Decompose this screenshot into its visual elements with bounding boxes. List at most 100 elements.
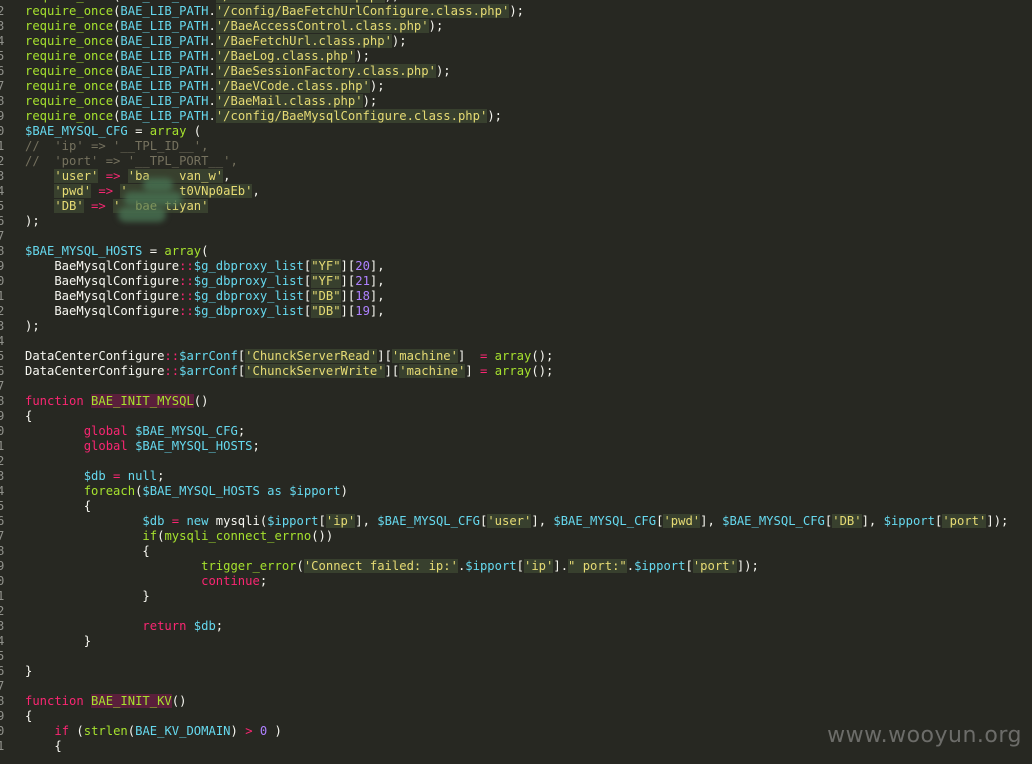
code-line[interactable]: 5 DataCenterConfigure::$arrConf['ChunckSe…: [0, 349, 1032, 364]
code-token: new: [186, 514, 209, 528]
code-line[interactable]: 0 BaeMysqlConfigure::$g_dbproxy_list["YF…: [0, 274, 1032, 289]
line-text: {: [25, 739, 61, 754]
code-line[interactable]: 9{: [0, 709, 1032, 724]
line-number: 9: [0, 709, 5, 723]
code-line[interactable]: 9 require_once(BAE_LIB_PATH.'/config/BaeM…: [0, 109, 1032, 124]
code-token: ();: [531, 364, 554, 378]
code-token: $BAE_MYSQL_HOSTS: [135, 439, 253, 453]
code-line[interactable]: 4 foreach($BAE_MYSQL_HOSTS as $ipport): [0, 484, 1032, 499]
code-token: ][: [340, 289, 356, 303]
code-line[interactable]: 7 if(mysqli_connect_errno()): [0, 529, 1032, 544]
code-token: 'user': [487, 514, 532, 528]
code-token: continue: [201, 574, 260, 588]
code-line[interactable]: 1 // 'ip' => '__TPL_ID__',: [0, 139, 1032, 154]
code-token: ;: [157, 469, 165, 483]
code-token: 'machine': [399, 364, 466, 378]
code-token: '/BaeLog.class.php': [215, 49, 356, 63]
line-text: BaeMysqlConfigure::$g_dbproxy_list["DB"]…: [25, 289, 385, 304]
code-token: BAE_LIB_PATH: [120, 79, 209, 93]
line-number: 3: [0, 319, 5, 333]
code-line[interactable]: 9 trigger_error('Connect failed: ip:'.$i…: [0, 559, 1032, 574]
line-text: global $BAE_MYSQL_CFG;: [25, 424, 245, 439]
line-number: 8: [0, 244, 5, 258]
code-area[interactable]: 1require_once(BAE_LIB_PATH.'/DataCenter.…: [0, 0, 1032, 754]
code-token: require_once: [25, 109, 114, 123]
code-line[interactable]: 3 require_once(BAE_LIB_PATH.'/BaeAccessCo…: [0, 19, 1032, 34]
code-token: }: [25, 664, 33, 678]
code-token: );: [391, 34, 407, 48]
code-token: ::: [164, 364, 180, 378]
code-token: function: [25, 394, 84, 408]
code-line[interactable]: 8 {: [0, 544, 1032, 559]
code-editor[interactable]: 1require_once(BAE_LIB_PATH.'/DataCenter.…: [0, 0, 1032, 764]
code-token: $db: [83, 469, 106, 483]
line-text: );: [25, 319, 40, 334]
code-token: (: [69, 724, 84, 738]
code-line[interactable]: 2: [0, 454, 1032, 469]
line-number: 4: [0, 184, 5, 198]
code-line[interactable]: 6 $db = new mysqli($ipport['ip'], $BAE_M…: [0, 514, 1032, 529]
line-number: 9: [0, 409, 5, 423]
code-token: {: [25, 709, 33, 723]
code-token: 'DB': [832, 514, 862, 528]
code-line[interactable]: 4: [0, 334, 1032, 349]
code-line[interactable]: 3 return $db;: [0, 619, 1032, 634]
code-line[interactable]: 0 global $BAE_MYSQL_CFG;: [0, 424, 1032, 439]
code-token: '/BaeSessionFactory.class.php': [215, 64, 436, 78]
code-line[interactable]: 3 $db = null;: [0, 469, 1032, 484]
line-number: 1: [0, 139, 5, 153]
code-line[interactable]: 0 continue;: [0, 574, 1032, 589]
line-number: 1: [0, 739, 5, 753]
code-line[interactable]: 2 BaeMysqlConfigure::$g_dbproxy_list["DB…: [0, 304, 1032, 319]
code-line[interactable]: 5 require_once(BAE_LIB_PATH.'/BaeLog.clas…: [0, 49, 1032, 64]
code-line[interactable]: 2 // 'port' => '__TPL_PORT__',: [0, 154, 1032, 169]
line-number: 6: [0, 514, 5, 528]
code-line[interactable]: 7 require_once(BAE_LIB_PATH.'/BaeVCode.cl…: [0, 79, 1032, 94]
code-line[interactable]: 1 }: [0, 589, 1032, 604]
code-line[interactable]: 6 DataCenterConfigure::$arrConf['ChunckSe…: [0, 364, 1032, 379]
code-line[interactable]: 6 require_once(BAE_LIB_PATH.'/BaeSessionF…: [0, 64, 1032, 79]
code-line[interactable]: 6}: [0, 664, 1032, 679]
code-token: 'Connect failed: ip:': [303, 559, 458, 573]
code-line[interactable]: 5: [0, 649, 1032, 664]
code-line[interactable]: 1 BaeMysqlConfigure::$g_dbproxy_list["DB…: [0, 289, 1032, 304]
code-line[interactable]: 8 require_once(BAE_LIB_PATH.'/BaeMail.cla…: [0, 94, 1032, 109]
code-line[interactable]: 7: [0, 379, 1032, 394]
code-line[interactable]: 9{: [0, 409, 1032, 424]
code-line[interactable]: 2: [0, 604, 1032, 619]
code-token: [: [318, 514, 326, 528]
line-text: // 'ip' => '__TPL_ID__',: [25, 139, 208, 154]
line-text: DataCenterConfigure::$arrConf['ChunckSer…: [25, 364, 553, 379]
code-line[interactable]: 7: [0, 229, 1032, 244]
code-line[interactable]: 4 require_once(BAE_LIB_PATH.'/BaeFetchUrl…: [0, 34, 1032, 49]
line-number: 9: [0, 259, 5, 273]
code-line[interactable]: 0 $BAE_MYSQL_CFG = array (: [0, 124, 1032, 139]
code-line[interactable]: 5 {: [0, 499, 1032, 514]
code-token: array: [494, 349, 532, 363]
code-line[interactable]: 8 $BAE_MYSQL_HOSTS = array(: [0, 244, 1032, 259]
code-line[interactable]: 8 function BAE_INIT_MYSQL(): [0, 394, 1032, 409]
code-token: require_once: [25, 49, 114, 63]
code-token: 'pwd': [663, 514, 701, 528]
line-number: 4: [0, 334, 5, 348]
code-line[interactable]: 1 global $BAE_MYSQL_HOSTS;: [0, 439, 1032, 454]
code-line[interactable]: 9 BaeMysqlConfigure::$g_dbproxy_list["YF…: [0, 259, 1032, 274]
code-line[interactable]: 2 require_once(BAE_LIB_PATH.'/config/BaeF…: [0, 4, 1032, 19]
line-number: 0: [0, 724, 5, 738]
code-line[interactable]: 8 function BAE_INIT_KV(): [0, 694, 1032, 709]
code-token: null: [127, 469, 158, 483]
code-line[interactable]: 4 }: [0, 634, 1032, 649]
code-token: function: [25, 694, 84, 708]
code-line[interactable]: 3);: [0, 319, 1032, 334]
code-token: );: [369, 79, 385, 93]
code-token: "DB": [311, 289, 341, 303]
code-token: 20: [355, 259, 370, 273]
code-token: );: [509, 4, 524, 18]
code-token: ],: [861, 514, 884, 528]
code-token: .: [208, 49, 216, 63]
code-line[interactable]: 7: [0, 679, 1032, 694]
